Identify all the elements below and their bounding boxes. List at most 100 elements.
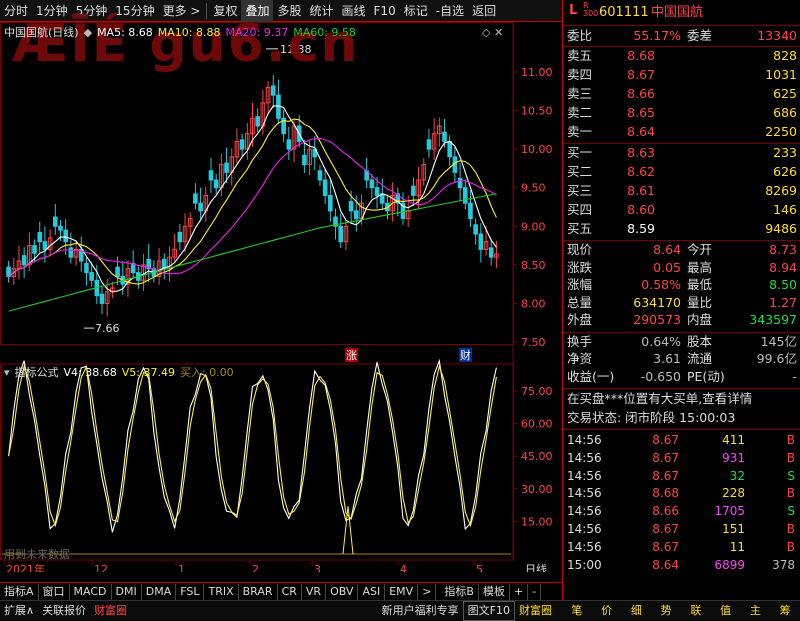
- indicator-tab[interactable]: CR: [278, 583, 302, 600]
- indicator-tab[interactable]: EMV: [385, 583, 419, 600]
- mark-button[interactable]: 标记: [400, 0, 432, 22]
- indicator-name[interactable]: 指标公式: [15, 364, 59, 380]
- indicator-tab[interactable]: FSL: [176, 583, 205, 600]
- candle-body: [374, 187, 380, 196]
- quote-tab[interactable]: 细: [627, 602, 646, 620]
- quote-panel: LR 300 601111 中国国航 委比 55.17% 委差 13340 卖五 8.68 828…: [562, 0, 800, 600]
- indicator-tab[interactable]: >: [418, 583, 437, 600]
- tick-volume: 151: [722, 522, 745, 536]
- stock-title[interactable]: 中国国航(日线): [4, 24, 79, 40]
- ask-row[interactable]: 卖四 8.67 1031: [563, 66, 800, 84]
- price-axis-label: 10.00: [521, 143, 553, 156]
- date-axis-label: 5: [476, 563, 483, 572]
- fund-label-2: 流通: [687, 351, 713, 366]
- indicator-tab[interactable]: 窗口: [39, 583, 70, 600]
- stock-code: 601111: [599, 5, 649, 20]
- v4-line: [8, 358, 497, 533]
- indicator-tab[interactable]: +: [510, 583, 529, 600]
- remove-watchlist-button[interactable]: -自选: [432, 0, 468, 22]
- date-axis-label: 2021年: [6, 562, 45, 572]
- quote-tab[interactable]: 联: [686, 602, 705, 620]
- indicator-tab[interactable]: DMA: [142, 583, 177, 600]
- candle-body: [442, 131, 447, 142]
- indicator-tab[interactable]: ASI: [358, 583, 386, 600]
- indicator-tab[interactable]: 模板: [479, 583, 510, 600]
- new-user-benefit[interactable]: 新用户福利专享: [378, 602, 463, 620]
- indicator-axis-label: 45.00: [521, 450, 553, 463]
- indicator-tab[interactable]: OBV: [326, 583, 359, 600]
- low-price-label: 7.66: [95, 322, 120, 335]
- ask-price: 8.68: [627, 48, 655, 63]
- tick-volume: 32: [729, 468, 745, 483]
- candle-body: [353, 210, 359, 220]
- related-quote-button[interactable]: 关联报价: [38, 602, 90, 620]
- level-tag: L: [569, 3, 578, 18]
- indicator-frame: [0, 363, 514, 561]
- wealth-circle-button[interactable]: 财富圈: [90, 602, 131, 620]
- stat-value: 0.05: [653, 259, 681, 275]
- expand-button[interactable]: 扩展∧: [0, 602, 38, 620]
- price-axis-label: 11.00: [521, 66, 553, 79]
- back-button[interactable]: 返回: [468, 0, 500, 22]
- bid-row[interactable]: 买四 8.60 146: [563, 201, 800, 219]
- quote-tab[interactable]: 势: [657, 602, 676, 620]
- indicator-tab[interactable]: MACD: [70, 583, 112, 600]
- f10-button[interactable]: F10: [370, 0, 400, 22]
- candle-body: [193, 193, 198, 204]
- candle-body: [58, 225, 63, 231]
- bid-price: 8.62: [627, 164, 655, 179]
- candle-body: [53, 216, 58, 227]
- ask-row[interactable]: 卖五 8.68 828: [563, 47, 800, 65]
- indicator-tab[interactable]: VR: [302, 583, 327, 600]
- tick-side: B: [786, 539, 795, 554]
- stat-row: 现价 8.64 今开 8.73: [563, 241, 800, 259]
- bid-price: 8.61: [627, 183, 655, 198]
- quote-tab[interactable]: 筹: [776, 602, 795, 620]
- fund-value: -0.650: [640, 368, 681, 384]
- big-order-notice[interactable]: 在买盘***位置有大买单,查看详情: [563, 390, 800, 408]
- bid-row[interactable]: 买五 8.59 9486: [563, 220, 800, 238]
- tick-row: 14:56 8.67 411 B: [563, 431, 800, 449]
- candle-body: [473, 224, 478, 235]
- candle-body: [208, 170, 214, 181]
- ma5-label: MA5: 8.68: [97, 25, 153, 39]
- indicator-axis-label: 30.00: [521, 483, 553, 496]
- weibi-row: 委比 55.17% 委差 13340: [563, 27, 800, 45]
- bid-row[interactable]: 买三 8.61 8269: [563, 182, 800, 200]
- f10-graphic-button[interactable]: 图文F10: [462, 600, 515, 621]
- date-axis-label: 1: [178, 563, 185, 572]
- candle-body: [322, 179, 328, 196]
- quote-tab[interactable]: 价: [597, 602, 616, 620]
- ask-row[interactable]: 卖三 8.66 625: [563, 85, 800, 103]
- price-axis-label: 8.00: [521, 297, 546, 310]
- date-axis-label: 4: [400, 563, 407, 572]
- bid-row[interactable]: 买二 8.62 626: [563, 163, 800, 181]
- indicator-tab[interactable]: 指标A: [0, 583, 39, 600]
- kline-chart[interactable]: 11.0010.5010.009.509.008.508.007.5011.38…: [0, 22, 562, 572]
- candle-body: [89, 272, 94, 281]
- indicator-tab[interactable]: TRIX: [204, 583, 239, 600]
- chart-control-icons[interactable]: ◇ ✕: [482, 26, 503, 39]
- indicator-tab[interactable]: BRAR: [239, 583, 278, 600]
- ask-row[interactable]: 卖一 8.64 2250: [563, 123, 800, 141]
- indicator-tab[interactable]: -: [528, 583, 542, 600]
- bid-row[interactable]: 买一 8.63 233: [563, 144, 800, 162]
- stock-name: 中国国航: [651, 5, 704, 20]
- indicator-tab[interactable]: DMI: [112, 583, 142, 600]
- quote-tab[interactable]: 值: [716, 602, 735, 620]
- quote-tab[interactable]: 笔: [567, 602, 586, 620]
- tick-price: 8.66: [652, 504, 679, 519]
- settings-icon[interactable]: ◆: [84, 26, 92, 39]
- ask-volume: 2250: [765, 124, 797, 139]
- ask-row[interactable]: 卖二 8.65 686: [563, 104, 800, 122]
- collapse-icon[interactable]: ▾: [4, 366, 10, 379]
- tick-time: 14:56: [567, 539, 602, 554]
- indicator-tab[interactable]: 指标B: [440, 583, 479, 600]
- indicator-axis-label: 60.00: [521, 418, 553, 431]
- chart-area[interactable]: 11.00 10.50 10.00 9.50 9.00 8.50 8.00 7.50 11.38…: [0, 22, 562, 572]
- fund-value: 3.61: [653, 351, 681, 366]
- stat-value: 8.64: [653, 242, 681, 257]
- quote-tab[interactable]: 主: [746, 602, 765, 620]
- sidebar-wealth-button[interactable]: 财富圈: [515, 602, 556, 620]
- candle-body: [338, 225, 344, 243]
